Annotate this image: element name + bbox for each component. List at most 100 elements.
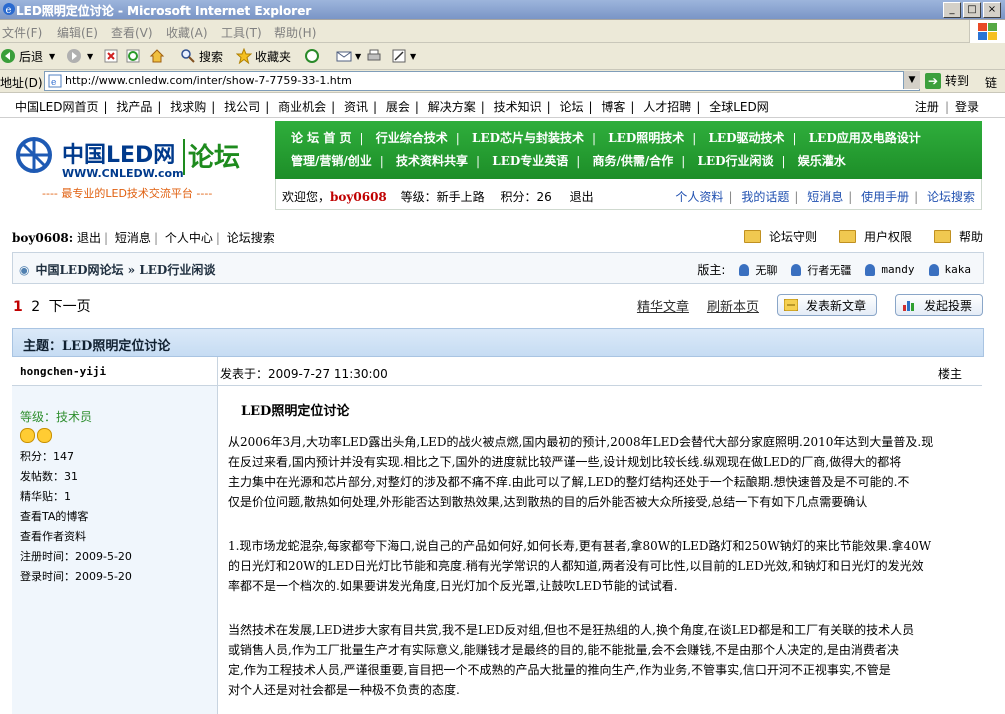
new-topic-button[interactable]: 发表新文章 xyxy=(776,294,877,316)
manual-link[interactable]: 使用手册 xyxy=(861,190,909,204)
page-1[interactable]: 1 xyxy=(13,299,23,315)
messages-link[interactable]: 短消息 xyxy=(807,190,843,204)
nav-global[interactable]: 全球LED网 xyxy=(709,100,769,114)
nav-expo[interactable]: 展会 xyxy=(386,100,410,114)
led-logo-icon xyxy=(16,137,52,173)
register-link[interactable]: 注册 xyxy=(915,100,939,114)
media-icon xyxy=(305,49,319,63)
author-profile-link[interactable]: 查看作者资料 xyxy=(20,528,86,544)
forum-nav-fun[interactable]: 娱乐灌水 xyxy=(798,154,846,168)
subnav-search[interactable]: 论坛搜索 xyxy=(227,231,275,245)
maximize-button[interactable]: □ xyxy=(963,2,981,18)
menu-favorites[interactable]: 收藏(A) xyxy=(166,24,208,41)
forum-search-link[interactable]: 论坛搜索 xyxy=(927,190,975,204)
refresh-link[interactable]: 刷新本页 xyxy=(707,296,759,315)
subnav-messages[interactable]: 短消息 xyxy=(115,231,151,245)
user-level: 等级：新手上路 xyxy=(400,190,485,204)
forum-nav-chip[interactable]: LED芯片与封装技术 xyxy=(472,131,584,145)
moderator-name: 无聊 xyxy=(755,263,778,277)
next-page[interactable]: 下一页 xyxy=(49,299,91,315)
edit-button[interactable]: ▼ xyxy=(391,47,416,65)
moderator-1[interactable]: 无聊 xyxy=(739,262,777,278)
author-info-panel: 等级：技术员 积分：147 发帖数：31 精华贴：1 查看TA的博客 查看作者资… xyxy=(12,386,218,714)
smiley-icon xyxy=(37,428,52,443)
logout-link[interactable]: 退出 xyxy=(570,190,594,204)
home-button[interactable] xyxy=(149,47,168,65)
post-header-divider xyxy=(217,357,218,385)
nav-products[interactable]: 找产品 xyxy=(116,100,152,114)
nav-company[interactable]: 找公司 xyxy=(224,100,260,114)
menu-file[interactable]: 文件(F) xyxy=(2,24,42,41)
forum-nav-trade[interactable]: 商务/供需/合作 xyxy=(593,154,674,168)
forward-arrow-icon xyxy=(67,49,81,63)
nav-buy[interactable]: 找求购 xyxy=(170,100,206,114)
site-logo[interactable]: 中国LED网 WWW.CNLEDW.com 论坛 ---- 最专业的LED技术交… xyxy=(12,133,272,200)
logo-forum: 论坛 xyxy=(188,143,241,173)
forum-nav-lighting[interactable]: LED照明技术 xyxy=(608,131,684,145)
post-author[interactable]: hongchen-yiji xyxy=(20,365,106,378)
nav-forum[interactable]: 论坛 xyxy=(560,100,584,114)
close-button[interactable]: × xyxy=(983,2,1001,18)
printer-icon xyxy=(367,49,381,61)
nav-home[interactable]: 中国LED网首页 xyxy=(15,100,99,114)
forum-nav-general[interactable]: 行业综合技术 xyxy=(376,131,448,145)
forum-nav-docs[interactable]: 技术资料共享 xyxy=(396,154,468,168)
login-link[interactable]: 登录 xyxy=(955,100,979,114)
permissions-label: 用户权限 xyxy=(863,230,912,244)
subnav-logout[interactable]: 退出 xyxy=(77,231,101,245)
menu-edit[interactable]: 编辑(E) xyxy=(57,24,98,41)
nav-blog[interactable]: 博客 xyxy=(601,100,625,114)
menu-view[interactable]: 查看(V) xyxy=(111,24,153,41)
mail-button[interactable]: ▼ xyxy=(336,47,361,65)
help-link[interactable]: 帮助 xyxy=(933,228,983,245)
minimize-button[interactable]: _ xyxy=(943,2,961,18)
nav-jobs[interactable]: 人才招聘 xyxy=(643,100,691,114)
stop-button[interactable] xyxy=(103,47,122,65)
address-dropdown-icon[interactable]: ▼ xyxy=(903,71,920,89)
permissions-link[interactable]: 用户权限 xyxy=(838,228,912,245)
digest-link[interactable]: 精华文章 xyxy=(637,296,689,315)
nav-tech[interactable]: 技术知识 xyxy=(494,100,542,114)
breadcrumb[interactable]: 中国LED网论坛 » LED行业闲谈 xyxy=(35,263,215,277)
moderator-4[interactable]: kaka xyxy=(928,263,972,276)
forum-nav-application[interactable]: LED应用及电路设计 xyxy=(809,131,921,145)
profile-link[interactable]: 个人资料 xyxy=(675,190,723,204)
forum-nav-driver[interactable]: LED驱动技术 xyxy=(709,131,785,145)
menu-help[interactable]: 帮助(H) xyxy=(274,24,316,41)
go-button[interactable]: ➔ 转到 xyxy=(925,72,969,89)
moderator-name: kaka xyxy=(944,263,972,276)
refresh-button[interactable] xyxy=(125,47,144,65)
nav-news[interactable]: 资讯 xyxy=(344,100,368,114)
post-header: hongchen-yiji 发表于：2009-7-27 11:30:00 楼主 xyxy=(12,357,982,386)
address-input[interactable]: e http://www.cnledw.com/inter/show-7-775… xyxy=(44,71,920,91)
forward-button[interactable]: ▼ xyxy=(66,47,93,65)
forum-nav-management[interactable]: 管理/营销/创业 xyxy=(291,154,372,168)
author-blog-link[interactable]: 查看TA的博客 xyxy=(20,508,88,524)
chevron-down-icon[interactable]: ▼ xyxy=(49,52,55,61)
rules-link[interactable]: 论坛守则 xyxy=(743,228,817,245)
back-button[interactable]: 后退 ▼ xyxy=(0,47,55,65)
site-top-nav: 中国LED网首页 | 找产品 | 找求购 | 找公司 | 商业机会 | 资讯 | 展会 | 解… xyxy=(0,93,1005,118)
my-topics-link[interactable]: 我的话题 xyxy=(741,190,789,204)
chevron-down-icon[interactable]: ▼ xyxy=(355,52,361,61)
forum-nav-english[interactable]: LED专业英语 xyxy=(492,154,568,168)
chevron-down-icon[interactable]: ▼ xyxy=(87,52,93,61)
search-button[interactable]: 搜索 xyxy=(180,47,223,65)
user-status-bar: 欢迎您，boy0608 等级：新手上路 积分：26 退出 个人资料 | 我的话题 |… xyxy=(275,179,982,210)
subnav-center[interactable]: 个人中心 xyxy=(165,231,213,245)
chevron-down-icon[interactable]: ▼ xyxy=(410,52,416,61)
forum-nav-chat[interactable]: LED行业闲谈 xyxy=(698,154,774,168)
username[interactable]: boy0608 xyxy=(330,190,387,204)
media-button[interactable] xyxy=(304,47,323,65)
page-2[interactable]: 2 xyxy=(31,299,40,315)
print-button[interactable] xyxy=(366,47,385,65)
favorites-button[interactable]: 收藏夹 xyxy=(236,47,291,65)
nav-solutions[interactable]: 解决方案 xyxy=(428,100,476,114)
forum-nav-home[interactable]: 论 坛 首 页 xyxy=(291,131,352,145)
moderator-3[interactable]: mandy xyxy=(865,263,915,276)
moderator-2[interactable]: 行者无疆 xyxy=(791,262,851,278)
user-icon xyxy=(865,263,876,276)
nav-business[interactable]: 商业机会 xyxy=(278,100,326,114)
menu-tools[interactable]: 工具(T) xyxy=(221,24,262,41)
new-poll-button[interactable]: 发起投票 xyxy=(894,294,983,316)
